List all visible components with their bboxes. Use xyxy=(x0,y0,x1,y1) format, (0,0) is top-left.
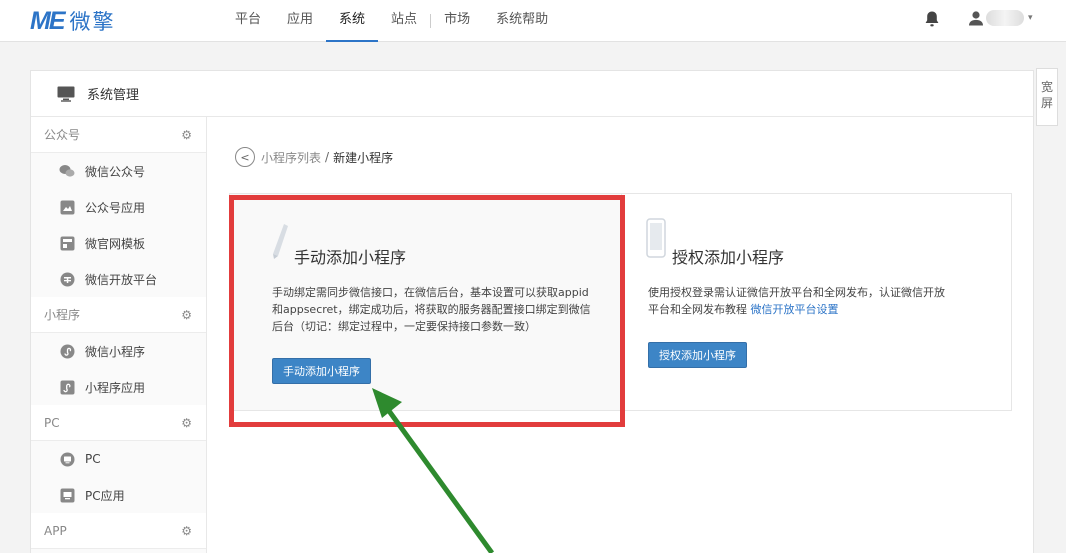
user-icon xyxy=(969,11,983,26)
sidebar-item-label: 公众号应用 xyxy=(85,200,146,215)
top-navbar: ME 微擎 平台 应用 系统 站点 市场 系统帮助 ▾ xyxy=(0,0,1066,42)
logo[interactable]: ME 微擎 xyxy=(30,6,116,36)
panel-header: 系统管理 xyxy=(31,71,1033,117)
sidebar-group-title: PC xyxy=(44,415,60,430)
monitor-icon xyxy=(57,86,75,102)
sidebar-group-title: 小程序 xyxy=(44,308,81,322)
template-icon xyxy=(59,235,75,251)
breadcrumb-separator: / xyxy=(325,150,330,164)
logo-name: 微擎 xyxy=(69,10,116,34)
wechat-icon xyxy=(59,163,75,179)
nav-apps[interactable]: 应用 xyxy=(274,0,326,42)
nav-help[interactable]: 系统帮助 xyxy=(483,0,561,42)
main-nav: 平台 应用 系统 站点 市场 系统帮助 xyxy=(222,0,561,42)
breadcrumb: < 小程序列表 / 新建小程序 xyxy=(235,147,393,167)
auth-add-button[interactable]: 授权添加小程序 xyxy=(648,342,747,368)
breadcrumb-parent[interactable]: 小程序列表 xyxy=(261,149,321,166)
sidebar-item-label: 小程序应用 xyxy=(85,380,146,395)
app-icon xyxy=(59,379,75,395)
sidebar-item-label: PC xyxy=(85,452,101,466)
sidebar-item-label: 微官网模板 xyxy=(85,236,146,251)
pc-icon xyxy=(59,451,75,467)
sidebar-item-open-platform[interactable]: 微信开放平台 xyxy=(31,261,206,297)
sidebar-group-title: 公众号 xyxy=(44,128,81,142)
sidebar: 公众号 ⚙ 微信公众号 公众号应用 微官网模板 微信开放平台 小程序 ⚙ 微信小… xyxy=(31,117,207,553)
app-icon xyxy=(59,487,75,503)
open-platform-settings-link[interactable]: 微信开放平台设置 xyxy=(751,303,839,316)
description-line: 平台和全网发布教程 微信开放平台设置 xyxy=(648,301,945,318)
gear-icon[interactable]: ⚙ xyxy=(181,308,192,322)
sidebar-group-title: APP xyxy=(44,523,67,538)
avatar xyxy=(986,10,1024,26)
sidebar-item-wechat-account[interactable]: 微信公众号 xyxy=(31,153,206,189)
sidebar-item-account-apps[interactable]: 公众号应用 xyxy=(31,189,206,225)
nav-market[interactable]: 市场 xyxy=(431,0,483,42)
sidebar-group-official-account[interactable]: 公众号 ⚙ xyxy=(31,117,206,153)
panel-title: 系统管理 xyxy=(87,88,140,103)
auth-add-title: 授权添加小程序 xyxy=(672,248,785,267)
sidebar-item-pc[interactable]: PC xyxy=(31,441,206,477)
sidebar-item-label: 微信小程序 xyxy=(85,344,146,359)
description-text: 平台和全网发布教程 xyxy=(648,303,747,316)
logo-mark: ME xyxy=(30,6,65,35)
gear-icon[interactable]: ⚙ xyxy=(181,128,192,142)
open-platform-icon xyxy=(59,271,75,287)
sidebar-group-app[interactable]: APP ⚙ xyxy=(31,513,206,549)
chevron-down-icon: ▾ xyxy=(1028,13,1033,23)
wide-screen-toggle[interactable]: 宽屏 xyxy=(1036,68,1058,126)
sidebar-item-miniprogram-apps[interactable]: 小程序应用 xyxy=(31,369,206,405)
app-icon xyxy=(59,199,75,215)
description-line: 使用授权登录需认证微信开放平台和全网发布，认证微信开放 xyxy=(648,286,945,299)
user-menu[interactable]: ▾ xyxy=(968,10,1033,26)
sidebar-item-site-templates[interactable]: 微官网模板 xyxy=(31,225,206,261)
sidebar-item-pc-apps[interactable]: PC应用 xyxy=(31,477,206,513)
highlight-box xyxy=(229,195,625,427)
sidebar-group-miniprogram[interactable]: 小程序 ⚙ xyxy=(31,297,206,333)
nav-platform[interactable]: 平台 xyxy=(222,0,274,42)
nav-system[interactable]: 系统 xyxy=(326,0,379,42)
nav-site[interactable]: 站点 xyxy=(378,0,430,42)
bell-icon[interactable] xyxy=(924,10,940,28)
auth-add-card: 授权添加小程序 使用授权登录需认证微信开放平台和全网发布，认证微信开放 平台和全… xyxy=(621,194,1011,410)
phone-icon xyxy=(646,218,666,258)
sidebar-group-pc[interactable]: PC ⚙ xyxy=(31,405,206,441)
sidebar-item-label: PC应用 xyxy=(85,488,125,503)
sidebar-item-label: 微信开放平台 xyxy=(85,272,158,287)
miniprogram-icon xyxy=(59,343,75,359)
breadcrumb-current: 新建小程序 xyxy=(333,150,394,165)
back-icon[interactable]: < xyxy=(235,147,255,167)
auth-add-description: 使用授权登录需认证微信开放平台和全网发布，认证微信开放 平台和全网发布教程 微信… xyxy=(648,284,945,318)
gear-icon[interactable]: ⚙ xyxy=(181,524,192,538)
sidebar-item-wechat-miniprogram[interactable]: 微信小程序 xyxy=(31,333,206,369)
sidebar-item-label: 微信公众号 xyxy=(85,164,146,179)
gear-icon[interactable]: ⚙ xyxy=(181,416,192,430)
